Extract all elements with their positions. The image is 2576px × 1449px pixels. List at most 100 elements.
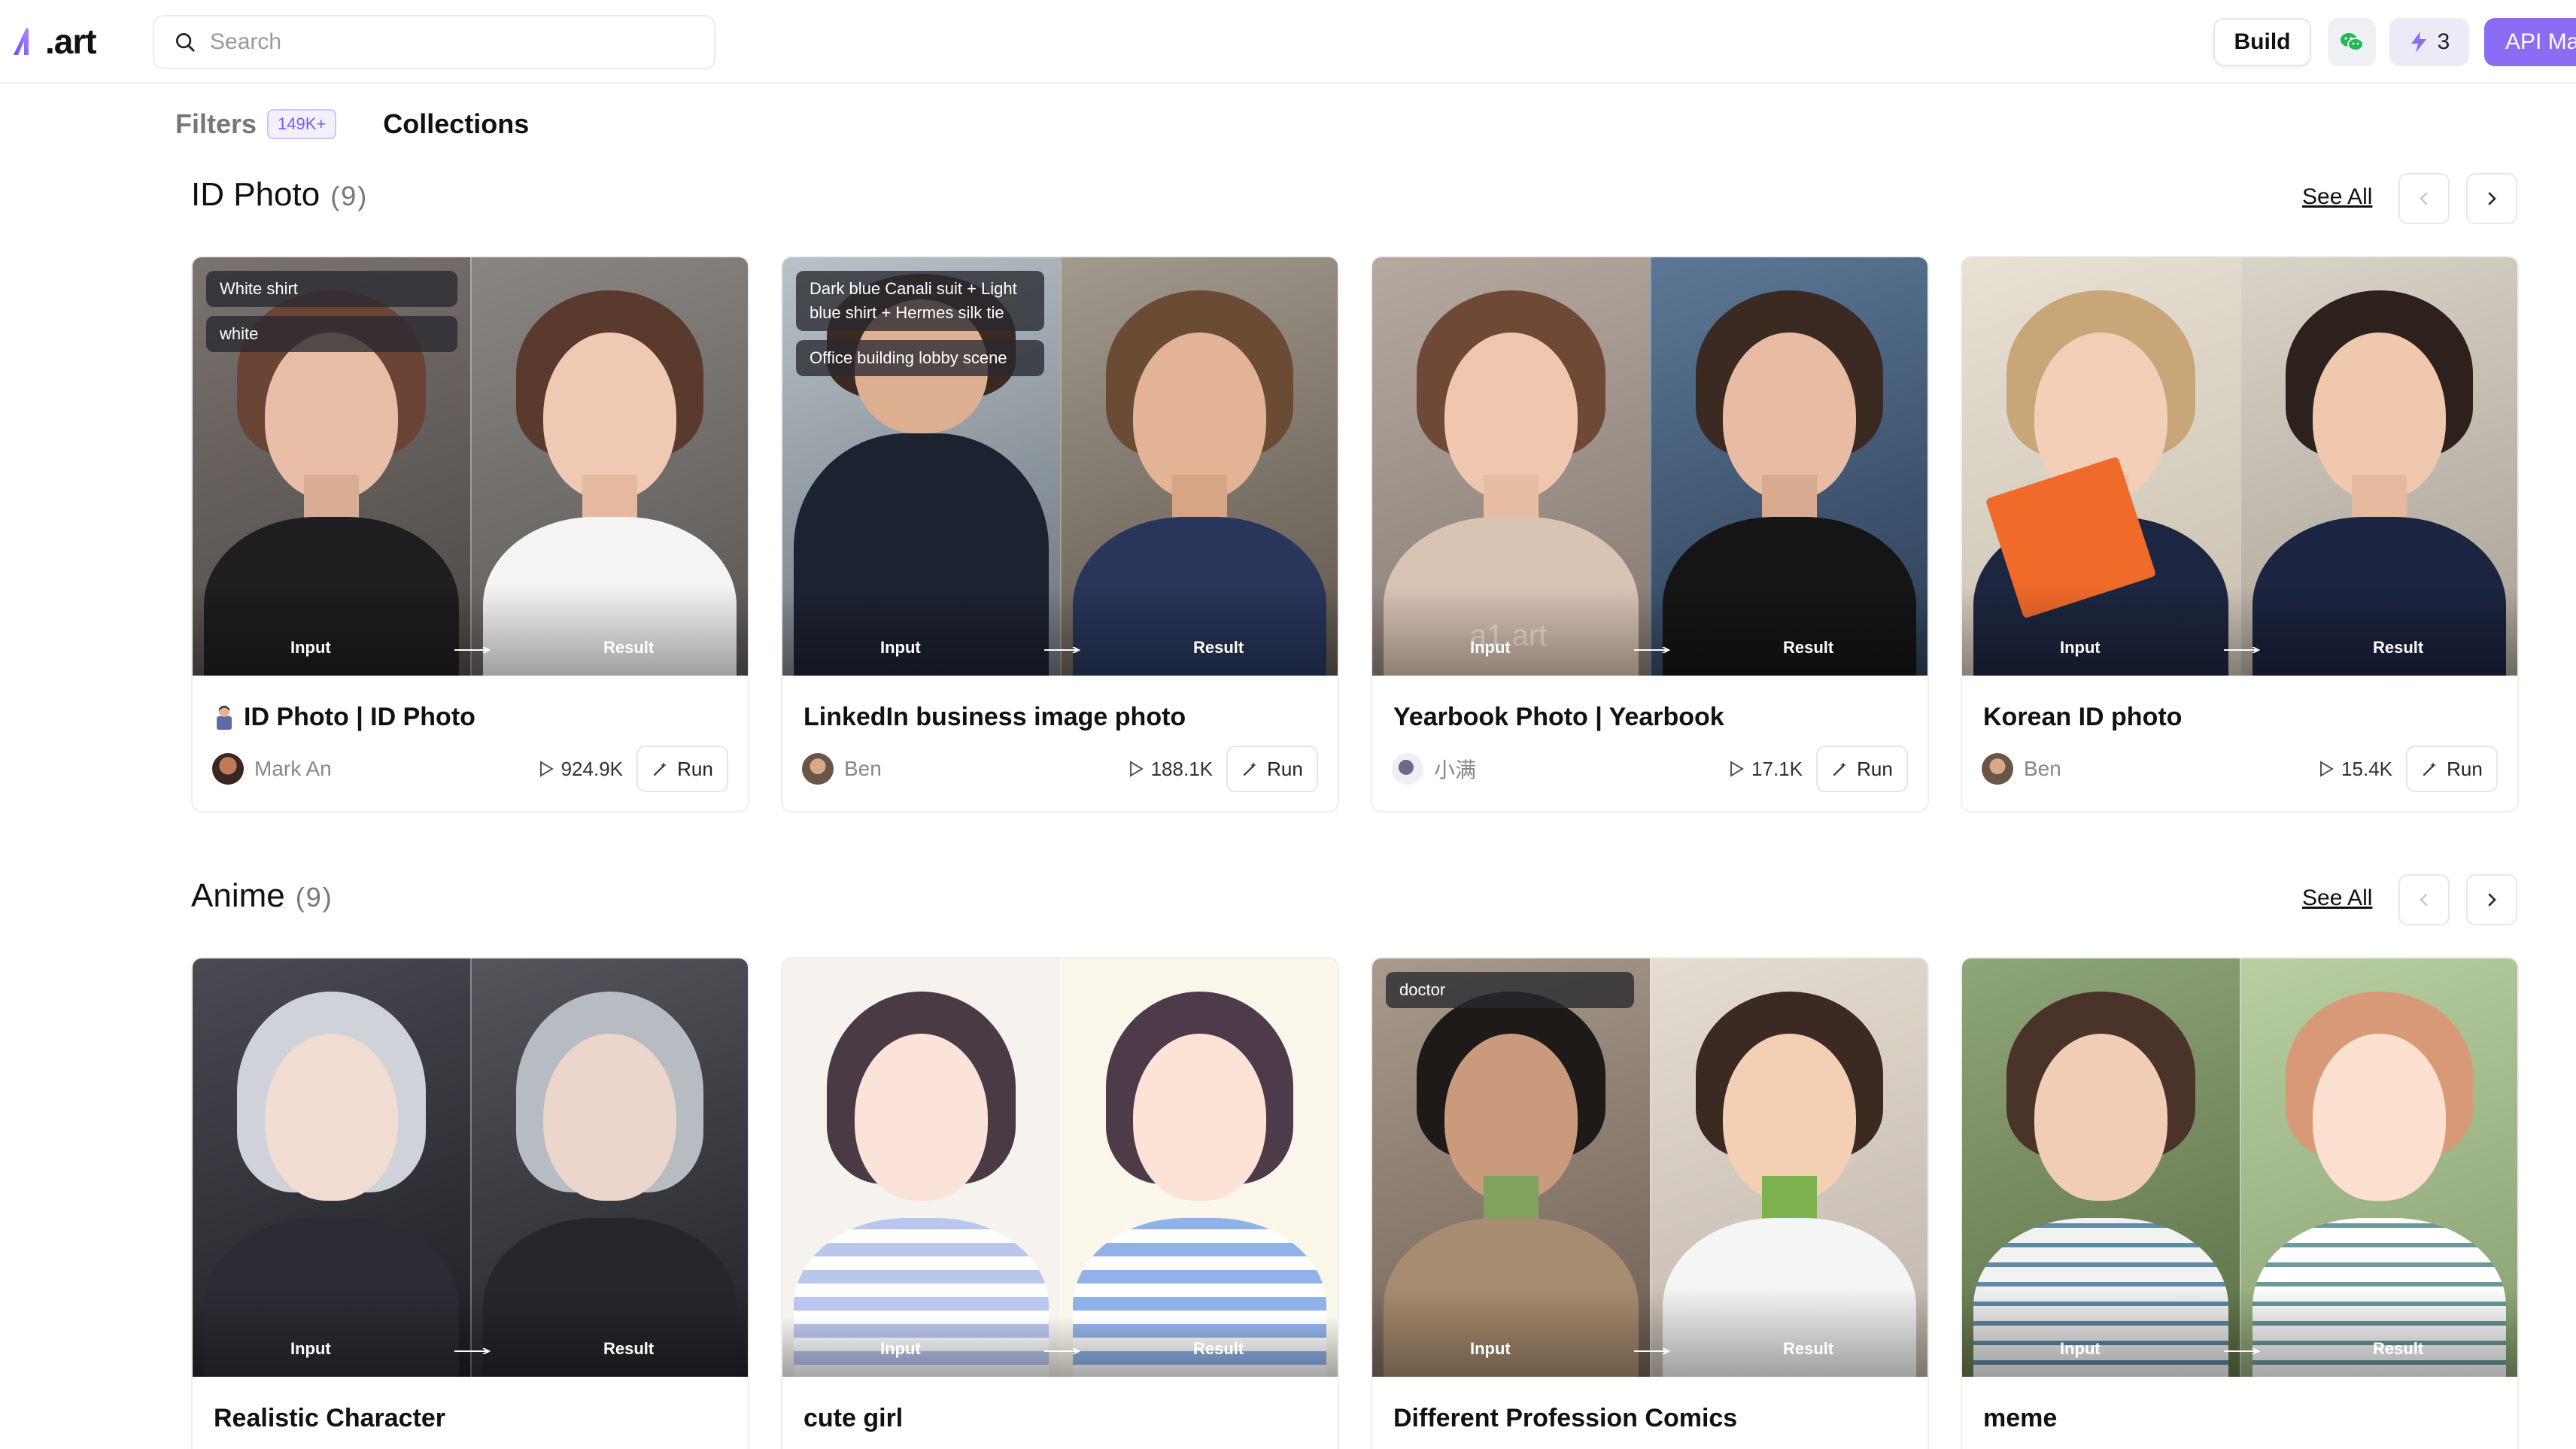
magic-wand-icon: [1244, 762, 1257, 776]
input-image: a1.art: [1372, 257, 1650, 676]
filters-count-badge: 149K+: [267, 109, 337, 139]
section-title-anime: Anime (9): [191, 877, 333, 915]
card-meta: Ben 188.1K Run: [802, 745, 1318, 793]
arrow-right-icon: [2224, 1348, 2260, 1354]
see-all-link-id-photo[interactable]: See All: [2302, 184, 2372, 210]
run-button[interactable]: Run: [1816, 746, 1908, 792]
card-meta: Ben 15.4K Run: [1982, 745, 2498, 793]
prompt-tag: white: [206, 316, 457, 352]
input-label: Input: [1470, 638, 1511, 657]
result-image: [1060, 257, 1338, 676]
card-thumbnail[interactable]: Dark blue Canali suit + Light blue shirt…: [782, 257, 1338, 676]
wechat-button[interactable]: [2328, 18, 2376, 66]
author-name[interactable]: Ben: [2024, 757, 2319, 781]
card-meta: 小满 17.1K Run: [1392, 745, 1908, 793]
result-label: Result: [2373, 1339, 2424, 1358]
prompt-tag: Office building lobby scene: [796, 340, 1044, 376]
card-thumbnail[interactable]: Input Result: [782, 958, 1338, 1377]
result-label: Result: [1783, 1339, 1834, 1358]
run-button[interactable]: Run: [636, 746, 728, 792]
search-icon: [176, 33, 195, 52]
input-label: Input: [290, 638, 331, 657]
author-name[interactable]: 小满: [1434, 754, 1729, 784]
input-image: [782, 958, 1060, 1377]
input-image: [193, 958, 470, 1377]
api-button[interactable]: API Ma: [2484, 18, 2576, 66]
input-label: Input: [290, 1339, 331, 1358]
see-all-link-anime[interactable]: See All: [2302, 886, 2372, 911]
run-count: 15.4K: [2319, 758, 2392, 781]
result-label: Result: [603, 1339, 655, 1358]
input-label: Input: [880, 1339, 921, 1358]
wechat-icon: [2341, 33, 2364, 51]
card-cute-girl[interactable]: Input Result cute girl: [781, 957, 1339, 1449]
section-title-id-photo: ID Photo (9): [191, 176, 368, 214]
chevron-left-icon: [2420, 893, 2428, 907]
filters-tab[interactable]: Filters: [175, 108, 257, 140]
credits-button[interactable]: 3: [2389, 18, 2469, 66]
prompt-tag: Dark blue Canali suit + Light blue shirt…: [796, 271, 1044, 331]
top-header: .art Build 3 API Ma: [0, 0, 2576, 84]
card-linkedin-photo[interactable]: Dark blue Canali suit + Light blue shirt…: [781, 256, 1339, 813]
result-image: [2240, 958, 2517, 1377]
input-label: Input: [2060, 1339, 2101, 1358]
search-input[interactable]: [210, 29, 691, 55]
result-label: Result: [1783, 638, 1834, 657]
card-thumbnail[interactable]: White shirt white Input Result: [193, 257, 748, 676]
card-realistic-character[interactable]: Input Result Realistic Character: [191, 957, 749, 1449]
next-button-anime[interactable]: [2466, 874, 2517, 925]
result-image: [1650, 958, 1927, 1377]
chevron-right-icon: [2488, 893, 2496, 907]
card-thumbnail[interactable]: Input Result: [193, 958, 748, 1377]
card-yearbook-photo[interactable]: a1.art Input Result Yearbook Photo | Yea…: [1371, 256, 1929, 813]
run-button[interactable]: Run: [1226, 746, 1318, 792]
result-image: [2240, 257, 2517, 676]
author-name[interactable]: Mark An: [254, 757, 539, 781]
avatar[interactable]: [212, 753, 244, 785]
card-meme[interactable]: Input Result meme: [1961, 957, 2519, 1449]
card-thumbnail[interactable]: Input Result: [1962, 958, 2517, 1377]
section-count: (9): [330, 181, 369, 211]
card-title: cute girl: [803, 1404, 904, 1432]
avatar[interactable]: [1982, 753, 2013, 785]
result-image: [470, 958, 748, 1377]
prompt-tag: White shirt: [206, 271, 457, 307]
author-name[interactable]: Ben: [844, 757, 1129, 781]
avatar[interactable]: [802, 753, 834, 785]
card-id-photo[interactable]: White shirt white Input Result ID Photo …: [191, 256, 749, 813]
chevron-left-icon: [2420, 192, 2428, 205]
play-icon: [2320, 761, 2334, 777]
logo-text: .art: [45, 22, 97, 61]
section-name: ID Photo: [191, 176, 320, 213]
prompt-tags: White shirt white: [206, 271, 457, 352]
next-button-id-photo[interactable]: [2466, 173, 2517, 224]
input-image: [1372, 958, 1650, 1377]
play-icon: [1730, 761, 1744, 777]
prompt-tag: doctor: [1386, 972, 1634, 1008]
build-button[interactable]: Build: [2213, 18, 2311, 66]
card-thumbnail[interactable]: doctor Input Result: [1372, 958, 1927, 1377]
arrow-right-icon: [1634, 1348, 1670, 1354]
card-different-profession-comics[interactable]: doctor Input Result Different Profession…: [1371, 957, 1929, 1449]
prev-button-id-photo[interactable]: [2398, 173, 2450, 224]
logo-icon: [14, 28, 29, 55]
arrow-right-icon: [454, 1348, 491, 1354]
card-title: meme: [1983, 1404, 2058, 1432]
card-thumbnail[interactable]: a1.art Input Result: [1372, 257, 1927, 676]
card-korean-id-photo[interactable]: Input Result Korean ID photo Ben 15.4K R…: [1961, 256, 2519, 813]
avatar[interactable]: [1392, 753, 1423, 785]
sub-navigation: Filters 149K+ Collections: [175, 105, 529, 143]
search-box[interactable]: [153, 15, 715, 69]
input-label: Input: [880, 638, 921, 657]
input-image: [1962, 257, 2240, 676]
run-count: 188.1K: [1129, 758, 1213, 781]
card-title: Yearbook Photo | Yearbook: [1393, 703, 1724, 731]
card-meta: Mark An 924.9K Run: [212, 745, 728, 793]
collections-tab[interactable]: Collections: [383, 108, 529, 140]
prev-button-anime[interactable]: [2398, 874, 2450, 925]
logo[interactable]: .art: [11, 17, 97, 66]
credits-count: 3: [2437, 29, 2450, 54]
card-thumbnail[interactable]: Input Result: [1962, 257, 2517, 676]
section-count: (9): [295, 882, 333, 913]
run-button[interactable]: Run: [2406, 746, 2498, 792]
